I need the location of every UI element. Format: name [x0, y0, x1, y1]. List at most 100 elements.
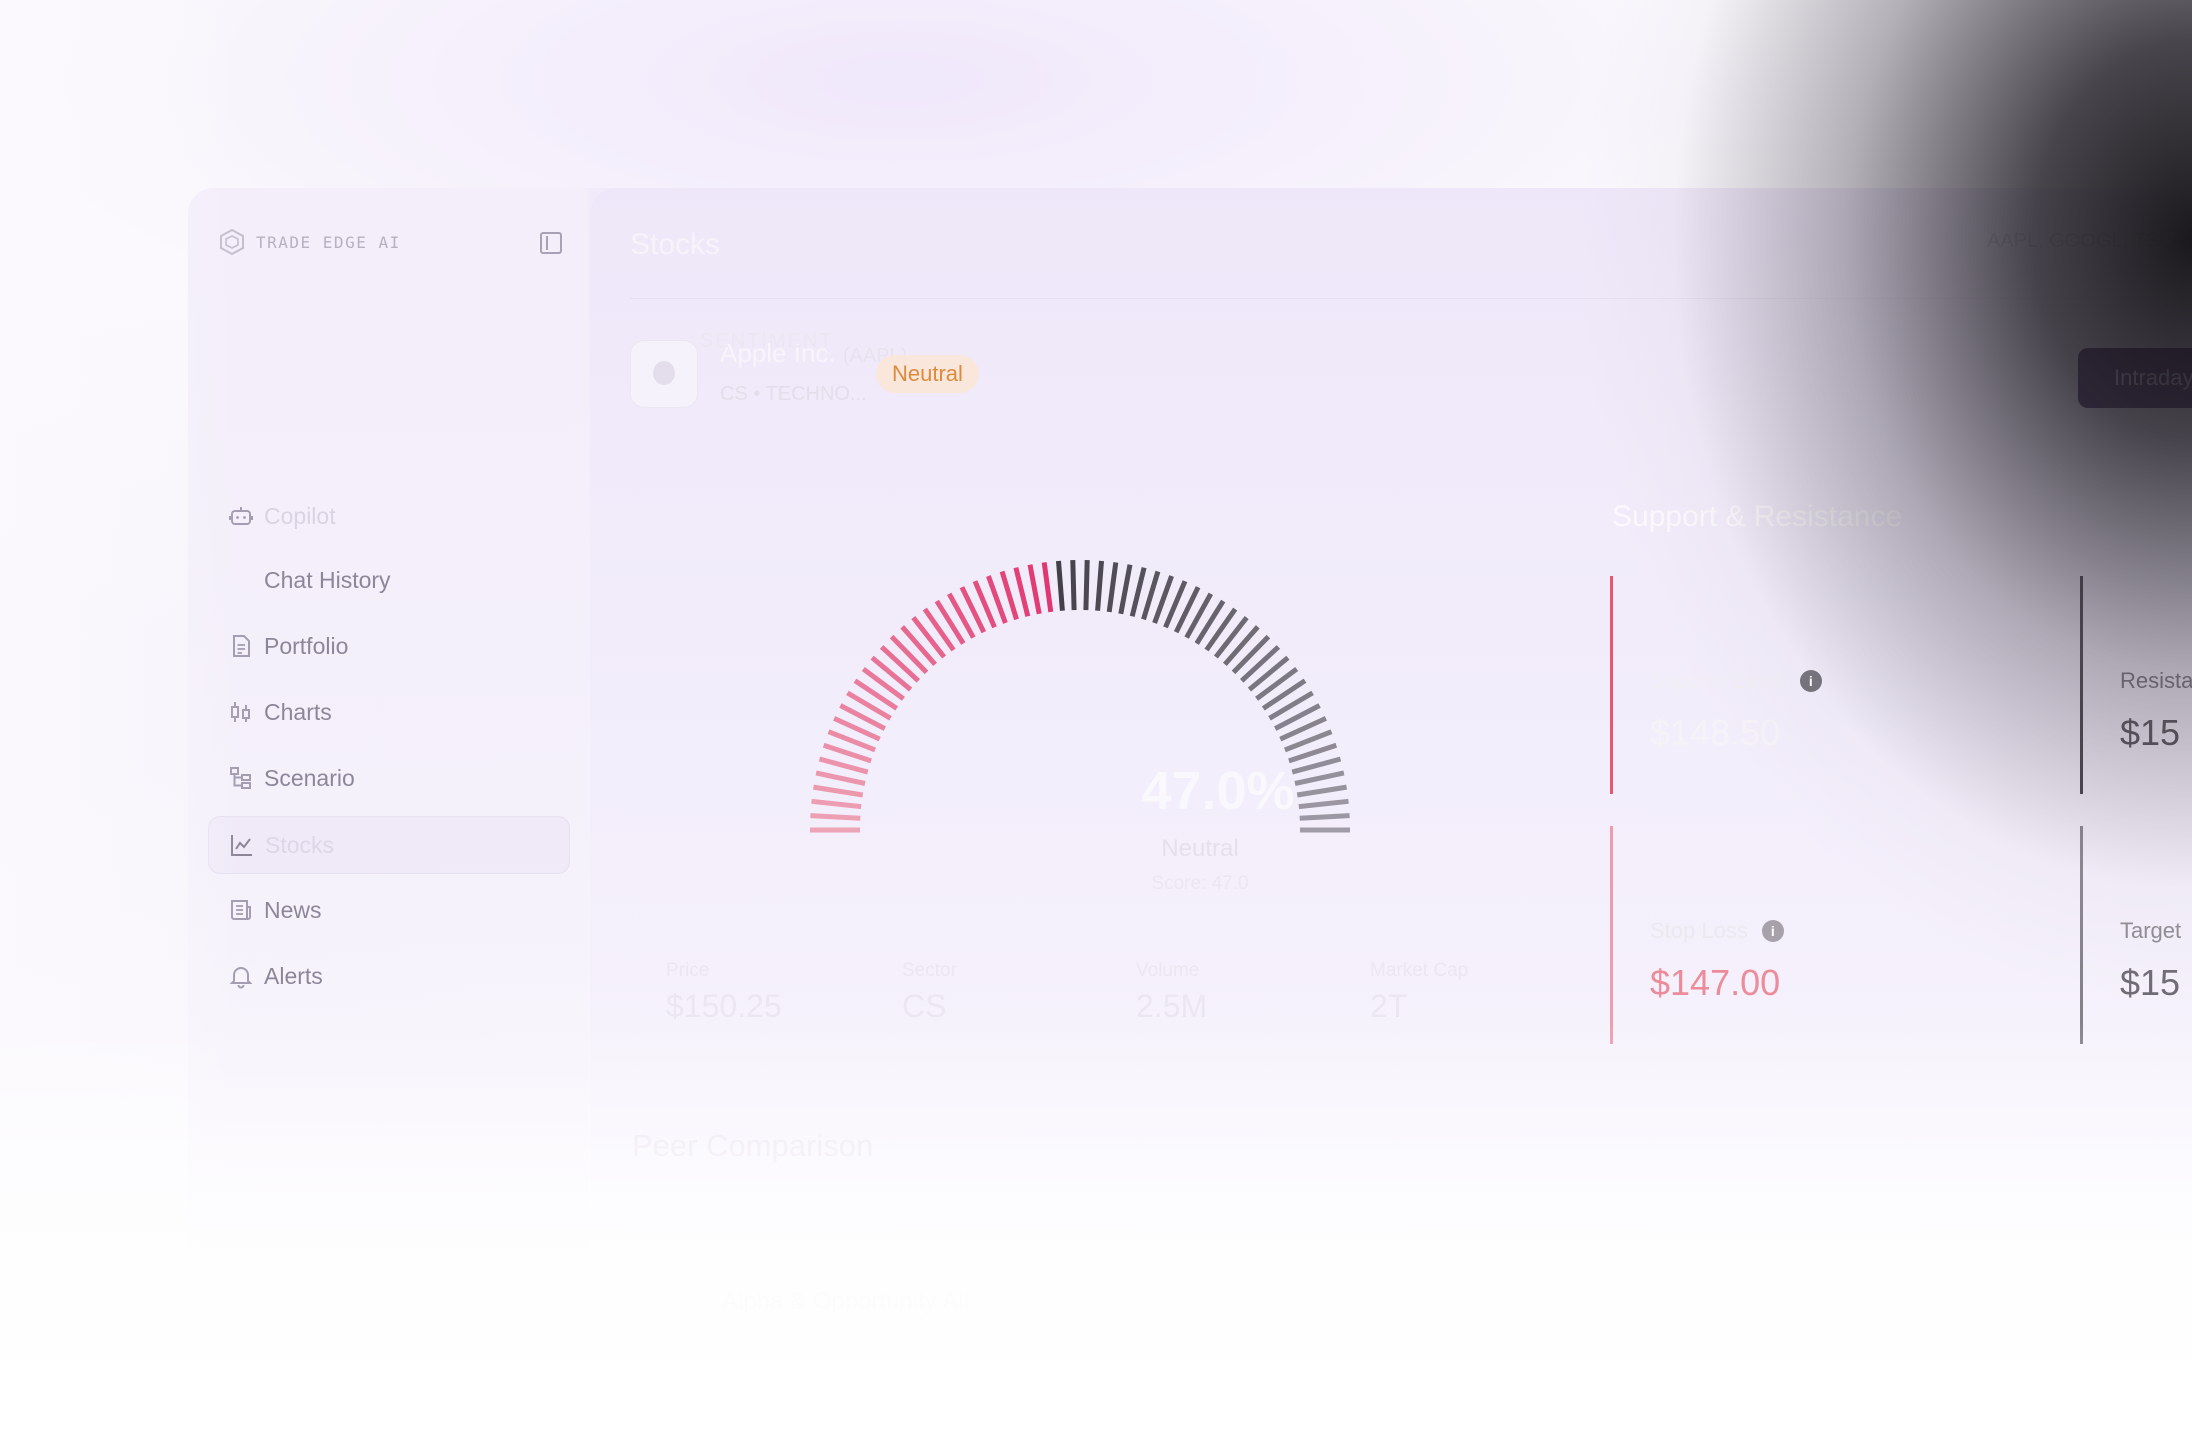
gauge-segment [1118, 564, 1133, 615]
sidebar-item-label: Alerts [264, 962, 323, 989]
gauge-percent: 47.0% [1141, 761, 1295, 821]
stat-label: Sector [902, 960, 957, 981]
info-icon[interactable]: i [1799, 670, 1822, 692]
sidebar-item-chat-history[interactable]: Chat History [208, 552, 568, 608]
sidebar-item-portfolio[interactable]: Portfolio [208, 618, 568, 674]
gauge-segment [1013, 567, 1031, 617]
stat-value: 2.5M [1136, 988, 1208, 1024]
card-value: $15 [2120, 962, 2181, 1003]
sidebar-item-stocks[interactable]: Stocks [208, 816, 570, 874]
search-input[interactable]: AAPL, GOOGL, TSLA... [1987, 230, 2192, 253]
gauge-title: SENTIMENT [700, 330, 834, 352]
stop-loss-card: Stop Loss i $147.00 [1610, 826, 1944, 1044]
gauge-segment [1231, 634, 1271, 675]
gauge-segment [815, 770, 866, 786]
sidebar-item-alerts[interactable]: Alerts [208, 948, 568, 1004]
stat-value: CS [902, 988, 947, 1024]
tree-icon [230, 767, 251, 789]
line-chart-icon [231, 835, 252, 856]
gauge-segment [1204, 607, 1238, 652]
sidebar-item-label: Charts [264, 698, 332, 725]
sidebar-item-scenario[interactable]: Scenario [208, 750, 568, 806]
gauge-segment [922, 607, 956, 652]
card-label-row: Support Level i [1650, 668, 1822, 694]
gauge-segment [900, 625, 937, 667]
gauge-segment [870, 655, 913, 692]
gauge-segment [1095, 560, 1104, 611]
gauge-segment [879, 645, 920, 683]
sidebar-item-label: Scenario [264, 764, 355, 791]
stat-label: Volume [1136, 960, 1200, 981]
gauge-segment [1240, 645, 1281, 683]
resistance-level-card: Resistance $15 [2080, 576, 2192, 794]
gauge-segment [1261, 678, 1307, 711]
intraday-button[interactable]: Intraday [2078, 348, 2192, 408]
gauge-segment [1141, 570, 1161, 621]
sidebar: TRADE EDGE AI Copilot Chat History Portf… [188, 188, 588, 1318]
card-value: $148.50 [1650, 712, 1781, 753]
card-label: Resistance [2120, 668, 2192, 693]
logo-text: TRADE EDGE AI [256, 232, 401, 252]
gauge-segment [861, 666, 905, 701]
app-logo[interactable]: TRADE EDGE AI [218, 228, 401, 256]
gauge-segment [1106, 562, 1119, 613]
card-label-row: Resistance [2120, 668, 2192, 694]
card-value: $147.00 [1650, 962, 1781, 1003]
gauge-segment [1255, 666, 1299, 701]
gauge-segment [1041, 562, 1054, 613]
card-label: Target [2120, 918, 2182, 943]
sidebar-item-label: Portfolio [264, 632, 349, 659]
card-label: Stop Loss [1650, 918, 1748, 943]
company-meta: CS • TECHNO... [720, 383, 867, 405]
gauge-label: Neutral [1161, 835, 1239, 862]
gauge-segment [911, 616, 947, 659]
bell-icon [229, 967, 253, 989]
card-label-row: Stop Loss i [1650, 918, 1784, 944]
gauge-segment [813, 784, 864, 798]
candlestick-icon [231, 702, 250, 722]
stat-volume: Volume 2.5M [1136, 960, 1207, 1025]
support-resistance-title: Support & Resistance [1612, 500, 1903, 533]
peer-row-label: Alpha & Opportunity Alt [722, 1288, 971, 1315]
gauge-segment [810, 813, 861, 821]
gauge-segment [1247, 655, 1290, 692]
card-value: $15 [2120, 712, 2181, 753]
target-card: Target $15 [2080, 826, 2192, 1044]
gauge-segment [1083, 560, 1090, 611]
sidebar-item-label: News [264, 896, 322, 923]
sidebar-item-news[interactable]: News [208, 882, 568, 938]
gauge-score: Score: 47.0 [1151, 873, 1249, 894]
sidebar-item-copilot[interactable]: Copilot [208, 488, 568, 544]
support-level-card: Support Level i $148.50 [1610, 576, 1944, 794]
gauge-segment [1070, 560, 1077, 611]
card-accent-bar [2080, 826, 2083, 1044]
robot-icon [229, 507, 253, 525]
apple-logo-icon [653, 361, 675, 385]
logo-icon [220, 228, 244, 256]
sidebar-item-label: Copilot [264, 502, 336, 529]
stat-label: Market Cap [1370, 960, 1469, 981]
stat-market-cap: Market Cap 2T [1370, 960, 1468, 1025]
peer-comparison-title: Peer Comparison [632, 1128, 874, 1163]
sidebar-item-label: Chat History [264, 566, 391, 593]
gauge-segment [853, 678, 899, 711]
collapse-sidebar-button[interactable] [540, 232, 562, 254]
stat-price: Price $150.25 [666, 960, 782, 1025]
card-label-row: Target [2120, 918, 2181, 944]
company-logo [630, 340, 698, 408]
gauge-segment [1129, 567, 1147, 617]
gauge-segment [1213, 616, 1249, 659]
card-accent-bar [1610, 576, 1613, 794]
gauge-segment [811, 798, 862, 810]
sidebar-item-charts[interactable]: Charts [208, 684, 568, 740]
stat-label: Price [666, 960, 710, 981]
header-divider [630, 298, 2190, 299]
stat-sector: Sector CS [902, 960, 957, 1025]
gauge-segment [1056, 560, 1065, 611]
gauge-segment [818, 756, 869, 775]
card-accent-bar [1610, 826, 1613, 1044]
gauge-segment [1223, 625, 1260, 667]
newspaper-icon [231, 900, 251, 920]
gauge-segment [1027, 564, 1042, 615]
info-icon[interactable]: i [1761, 920, 1784, 942]
